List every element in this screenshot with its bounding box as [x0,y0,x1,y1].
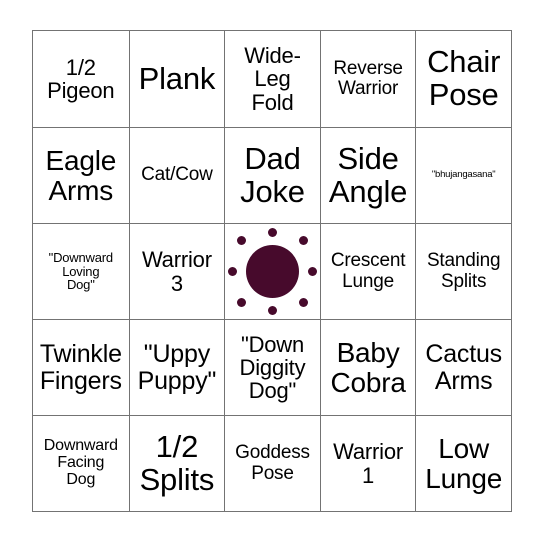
bingo-cell-label: Crescent Lunge [330,250,406,292]
bingo-cell-r2-c3[interactable]: Dad Joke [224,128,320,223]
bingo-free-space-cell[interactable] [224,224,320,319]
bingo-row: Eagle Arms Cat/Cow Dad Joke Side Angle "bhuj… [33,127,511,223]
bingo-cell-label: "Downward Loving Dog" [48,249,113,293]
bingo-cell-label: Goddess Pose [235,442,310,484]
bingo-cell-r2-c5[interactable]: "bhujangasana" [415,128,511,223]
bingo-cell-r5-c2[interactable]: 1/2 Splits [128,416,225,511]
bingo-cell-r1-c1[interactable]: 1/2 Pigeon [33,31,129,127]
bingo-cell-label: Plank [138,60,216,96]
bingo-cell-r2-c4[interactable]: Side Angle [319,128,416,223]
bingo-cell-r3-c1[interactable]: "Downward Loving Dog" [33,224,129,319]
bingo-cell-r5-c5[interactable]: Low Lunge [415,416,511,511]
bingo-cell-r1-c5[interactable]: Chair Pose [415,31,511,127]
sun-ray-icon-nw [237,236,247,246]
bingo-cell-label: 1/2 Splits [139,428,215,497]
bingo-cell-label: Wide- Leg Fold [244,43,301,115]
bingo-cell-label: Chair Pose [427,44,501,112]
sun-icon [228,227,317,316]
bingo-cell-r3-c5[interactable]: Standing Splits [415,224,511,319]
bingo-cell-label: Downward Facing Dog [43,437,118,488]
bingo-cell-label: Reverse Warrior [333,57,403,99]
sun-ray-icon-w [228,267,238,276]
bingo-card: 1/2 Pigeon Plank Wide- Leg Fold Reverse War… [32,30,512,512]
bingo-cell-r1-c3[interactable]: Wide- Leg Fold [224,31,320,127]
bingo-cell-r5-c1[interactable]: Downward Facing Dog [33,416,129,511]
bingo-cell-label: Cactus Arms [425,340,502,395]
bingo-row: "Downward Loving Dog" Warrior 3 Crescent L… [33,223,511,319]
bingo-cell-label: Warrior 3 [141,247,212,296]
bingo-cell-label: "Uppy Puppy" [137,340,217,395]
bingo-row: 1/2 Pigeon Plank Wide- Leg Fold Reverse War… [33,31,511,127]
bingo-cell-r4-c1[interactable]: Twinkle Fingers [33,320,129,415]
bingo-cell-label: Warrior 1 [333,439,404,488]
sun-ray-icon-ne [298,236,308,246]
bingo-cell-r4-c3[interactable]: "Down Diggity Dog" [224,320,320,415]
bingo-cell-r4-c4[interactable]: Baby Cobra [319,320,416,415]
bingo-cell-r1-c2[interactable]: Plank [128,31,225,127]
bingo-cell-label: Standing Splits [426,250,501,292]
bingo-cell-r4-c2[interactable]: "Uppy Puppy" [128,320,225,415]
bingo-cell-label: Low Lunge [425,432,503,494]
bingo-cell-r3-c2[interactable]: Warrior 3 [128,224,225,319]
bingo-row: Twinkle Fingers "Uppy Puppy" "Down Diggity… [33,319,511,415]
sun-ray-icon-n [267,227,277,237]
bingo-cell-label: "Down Diggity Dog" [239,331,306,404]
sun-ray-icon-e [307,267,317,276]
bingo-cell-r5-c3[interactable]: Goddess Pose [224,416,320,511]
bingo-cell-label: Eagle Arms [45,144,117,206]
sun-ray-icon-s [267,306,277,316]
bingo-cell-r2-c2[interactable]: Cat/Cow [128,128,225,223]
bingo-cell-label: Dad Joke [240,140,305,209]
sun-ray-icon-se [298,297,308,307]
sun-ray-icon-sw [237,297,247,307]
bingo-cell-label: Baby Cobra [330,336,406,398]
bingo-cell-r2-c1[interactable]: Eagle Arms [33,128,129,223]
bingo-cell-label: Side Angle [328,140,408,209]
bingo-cell-r5-c4[interactable]: Warrior 1 [319,416,416,511]
sun-core-icon [245,245,299,298]
bingo-cell-label: 1/2 Pigeon [47,54,115,103]
bingo-cell-r3-c4[interactable]: Crescent Lunge [319,224,416,319]
bingo-cell-label: Cat/Cow [141,164,213,186]
bingo-cell-r1-c4[interactable]: Reverse Warrior [319,31,416,127]
bingo-cell-label: Twinkle Fingers [39,340,122,395]
bingo-cell-label: "bhujangasana" [431,169,496,181]
bingo-cell-r4-c5[interactable]: Cactus Arms [415,320,511,415]
bingo-row: Downward Facing Dog 1/2 Splits Goddess Pos… [33,415,511,511]
